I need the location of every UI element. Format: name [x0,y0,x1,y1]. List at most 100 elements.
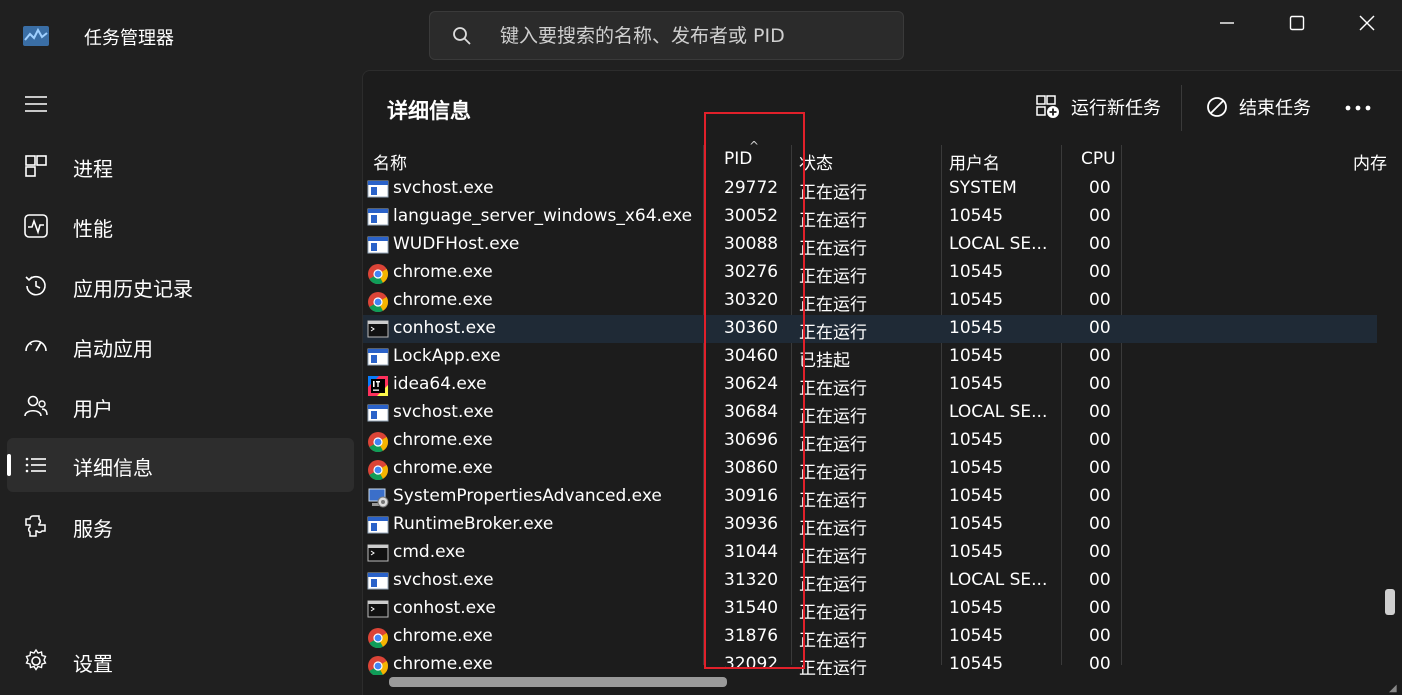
processes-icon [25,155,47,177]
horizontal-scrollbar-thumb[interactable] [389,677,727,687]
column-header-user[interactable]: 用户名 [949,145,1000,175]
service-window-icon [367,207,389,227]
cpu-cell: 00 [1089,458,1111,478]
column-header-cpu[interactable]: CPU [1081,145,1116,175]
search-icon [453,27,471,45]
column-header-memory[interactable]: 内存 [1353,145,1387,175]
table-row[interactable]: cmd.exe 31044 正在运行 10545 00 [363,539,1377,567]
table-row[interactable]: RuntimeBroker.exe 30936 正在运行 10545 00 [363,511,1377,539]
table-row[interactable]: chrome.exe 30696 正在运行 10545 00 [363,427,1377,455]
sidebar-item-processes[interactable]: 进程 [7,139,354,193]
chrome-icon [367,655,389,675]
table-row[interactable]: chrome.exe 32092 正在运行 10545 00 [363,651,1377,675]
cpu-cell: 00 [1089,626,1111,646]
user-name-cell: 10545 [949,206,1004,226]
cpu-cell: 00 [1089,206,1111,226]
sidebar-item-label: 用户 [73,397,113,421]
cpu-cell: 00 [1089,234,1111,254]
resize-grip-icon[interactable]: ◢ [1389,683,1397,694]
end-task-icon [1207,97,1227,117]
minimize-button[interactable] [1197,0,1257,46]
table-row[interactable]: WUDFHost.exe 30088 正在运行 LOCAL SE... 00 [363,231,1377,259]
main-panel: 详细信息 运行新任务 结束任务 名称 PID ^ 状态 用户名 CPU 内存 s… [362,70,1402,695]
table-row[interactable]: language_server_windows_x64.exe 30052 正在运行… [363,203,1377,231]
chrome-icon [367,627,389,649]
end-task-button[interactable]: 结束任务 [1197,83,1319,131]
status-cell: 正在运行 [799,323,867,343]
process-name-cell: RuntimeBroker.exe [393,514,554,534]
process-name-cell: cmd.exe [393,542,466,562]
table-row[interactable]: chrome.exe 31876 正在运行 10545 00 [363,623,1377,651]
chrome-icon [367,431,389,453]
status-cell: 正在运行 [799,183,867,203]
table-row[interactable]: SystemPropertiesAdvanced.exe 30916 正在运行 105… [363,483,1377,511]
service-window-icon [367,347,389,367]
active-indicator [7,454,11,476]
cpu-cell: 00 [1089,542,1111,562]
details-icon [25,457,46,473]
chrome-icon [367,263,389,285]
status-cell: 已挂起 [799,351,850,371]
search-box[interactable] [429,11,904,60]
process-name-cell: svchost.exe [393,570,494,590]
cpu-cell: 00 [1089,346,1111,366]
process-name-cell: svchost.exe [393,178,494,198]
sidebar: 进程 性能 应用历史记录 启动应用 用户 详细信息 服务 设置 [0,70,362,695]
user-name-cell: 10545 [949,458,1004,478]
table-row[interactable]: LockApp.exe 30460 已挂起 10545 00 [363,343,1377,371]
status-cell: 正在运行 [799,267,867,287]
services-icon [25,515,46,537]
sidebar-item-details[interactable]: 详细信息 [7,438,354,492]
cpu-cell: 00 [1089,262,1111,282]
close-button[interactable] [1337,0,1397,46]
service-window-icon [367,515,389,535]
chrome-icon [367,291,389,313]
user-name-cell: 10545 [949,318,1004,338]
column-header-name[interactable]: 名称 [373,145,407,175]
vertical-scrollbar-thumb[interactable] [1385,589,1395,615]
minimize-icon [1220,22,1234,24]
sidebar-item-startup-apps[interactable]: 启动应用 [7,319,354,373]
table-row[interactable]: chrome.exe 30320 正在运行 10545 00 [363,287,1377,315]
chrome-icon [367,459,389,481]
more-options-button[interactable] [1333,93,1383,123]
process-name-cell: language_server_windows_x64.exe [393,206,693,226]
status-cell: 正在运行 [799,659,867,675]
table-row[interactable]: conhost.exe 30360 正在运行 10545 00 [363,315,1377,343]
user-name-cell: SYSTEM [949,178,1017,198]
process-name-cell: chrome.exe [393,430,493,450]
sidebar-item-users[interactable]: 用户 [7,379,354,433]
hamburger-menu-icon[interactable] [24,94,48,114]
maximize-button[interactable] [1267,0,1327,46]
cpu-cell: 00 [1089,290,1111,310]
cpu-cell: 00 [1089,570,1111,590]
status-cell: 正在运行 [799,463,867,483]
sidebar-item-label: 设置 [73,652,113,676]
search-input[interactable] [500,12,890,59]
user-name-cell: LOCAL SE... [949,402,1048,422]
table-row[interactable]: idea64.exe 30624 正在运行 10545 00 [363,371,1377,399]
user-name-cell: 10545 [949,374,1004,394]
process-name-cell: SystemPropertiesAdvanced.exe [393,486,662,506]
table-row[interactable]: svchost.exe 31320 正在运行 LOCAL SE... 00 [363,567,1377,595]
process-name-cell: chrome.exe [393,290,493,310]
table-row[interactable]: chrome.exe 30860 正在运行 10545 00 [363,455,1377,483]
sidebar-item-app-history[interactable]: 应用历史记录 [7,259,354,313]
startup-apps-icon [25,340,47,352]
sidebar-item-settings[interactable]: 设置 [7,634,354,688]
table-row[interactable]: chrome.exe 30276 正在运行 10545 00 [363,259,1377,287]
sidebar-item-label: 服务 [73,517,113,541]
run-new-task-button[interactable]: 运行新任务 [1027,83,1169,131]
sidebar-item-services[interactable]: 服务 [7,499,354,553]
status-cell: 正在运行 [799,407,867,427]
pid-column-highlight [704,112,805,669]
task-manager-app-icon [23,26,49,46]
close-icon [1359,15,1375,31]
more-icon [1345,105,1371,111]
user-name-cell: 10545 [949,262,1004,282]
command-separator [1181,85,1182,131]
table-row[interactable]: svchost.exe 29772 正在运行 SYSTEM 00 [363,175,1377,203]
table-row[interactable]: svchost.exe 30684 正在运行 LOCAL SE... 00 [363,399,1377,427]
sidebar-item-performance[interactable]: 性能 [7,199,354,253]
table-row[interactable]: conhost.exe 31540 正在运行 10545 00 [363,595,1377,623]
